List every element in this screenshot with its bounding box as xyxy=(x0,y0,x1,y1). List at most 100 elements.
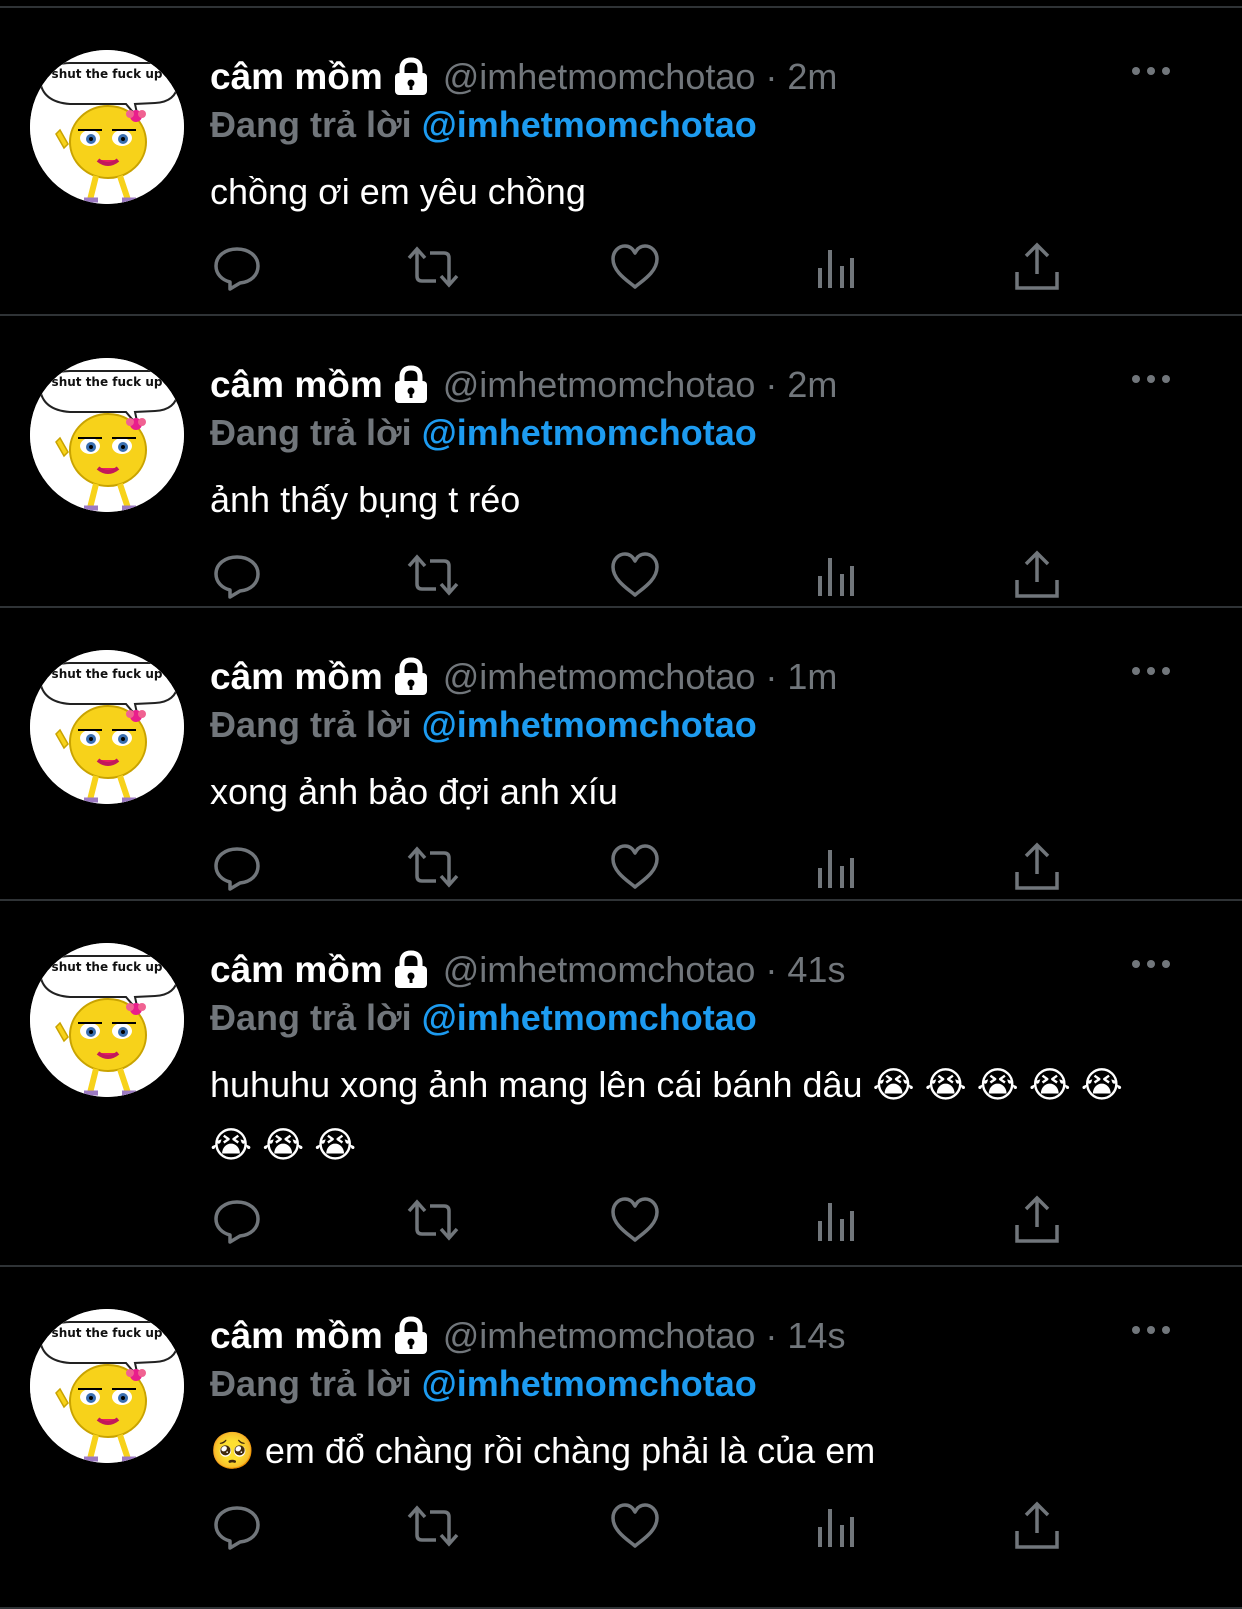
share-icon xyxy=(1015,242,1059,290)
reply-icon xyxy=(214,247,260,291)
retweet-icon xyxy=(407,846,459,888)
heart-icon xyxy=(611,244,659,289)
share-button[interactable] xyxy=(1010,840,1064,894)
share-button[interactable] xyxy=(1010,1193,1064,1247)
timestamp[interactable]: 14s xyxy=(787,1315,845,1357)
lock-icon xyxy=(393,1316,429,1356)
more-options-button[interactable] xyxy=(1130,658,1172,684)
avatar[interactable]: shut the fuck up xyxy=(30,650,184,804)
timestamp[interactable]: 41s xyxy=(787,949,845,991)
avatar[interactable]: shut the fuck up xyxy=(30,943,184,1097)
tweet-header: câm mồm @imhetmomchotao · 2m xyxy=(210,52,837,102)
display-name[interactable]: câm mồm xyxy=(210,656,383,698)
share-button[interactable] xyxy=(1010,1499,1064,1553)
tweet-text: huhuhu xong ảnh mang lên cái bánh dâu 😭 … xyxy=(210,1064,1123,1165)
views-button[interactable] xyxy=(809,1499,863,1553)
tweet[interactable]: shut the fuck up câm mồm @imhetmomchotao… xyxy=(0,1267,1242,1609)
timestamp[interactable]: 2m xyxy=(787,364,837,406)
more-options-button[interactable] xyxy=(1130,951,1172,977)
views-button[interactable] xyxy=(809,240,863,294)
share-button[interactable] xyxy=(1010,240,1064,294)
like-button[interactable] xyxy=(608,548,662,602)
tweet[interactable]: shut the fuck up câm mồm @imhetmomchotao… xyxy=(0,901,1242,1267)
handle[interactable]: @imhetmomchotao xyxy=(443,1315,756,1357)
lock-icon xyxy=(393,365,429,405)
views-icon xyxy=(818,250,854,288)
tweet-header: câm mồm @imhetmomchotao · 1m xyxy=(210,652,837,702)
retweet-button[interactable] xyxy=(406,1499,460,1553)
reply-button[interactable] xyxy=(210,548,264,602)
more-options-button[interactable] xyxy=(1130,58,1172,84)
display-name[interactable]: câm mồm xyxy=(210,1315,383,1357)
more-options-button[interactable] xyxy=(1130,366,1172,392)
replying-to-handle[interactable]: @imhetmomchotao xyxy=(422,104,757,145)
tweet-text: ảnh thấy bụng t réo xyxy=(210,479,521,520)
replying-to: Đang trả lời @imhetmomchotao xyxy=(210,1363,757,1405)
lock-icon xyxy=(393,950,429,990)
replying-to-handle[interactable]: @imhetmomchotao xyxy=(422,997,757,1038)
separator-dot: · xyxy=(765,1315,778,1356)
tweet[interactable]: shut the fuck up câm mồm @imhetmomchotao… xyxy=(0,8,1242,316)
separator-dot: · xyxy=(765,364,778,405)
retweet-button[interactable] xyxy=(406,240,460,294)
replying-to-label: Đang trả lời xyxy=(210,704,412,745)
tweet-text: chồng ơi em yêu chồng xyxy=(210,171,586,212)
avatar-image: shut the fuck up xyxy=(30,50,184,204)
handle[interactable]: @imhetmomchotao xyxy=(443,656,756,698)
share-icon xyxy=(1015,1195,1059,1243)
handle[interactable]: @imhetmomchotao xyxy=(443,364,756,406)
like-button[interactable] xyxy=(608,1499,662,1553)
replying-to-handle[interactable]: @imhetmomchotao xyxy=(422,1363,757,1404)
views-button[interactable] xyxy=(809,840,863,894)
display-name[interactable]: câm mồm xyxy=(210,949,383,991)
views-button[interactable] xyxy=(809,548,863,602)
more-options-button[interactable] xyxy=(1130,1317,1172,1343)
avatar-caption: shut the fuck up xyxy=(52,667,163,681)
like-button[interactable] xyxy=(608,840,662,894)
retweet-button[interactable] xyxy=(406,840,460,894)
like-button[interactable] xyxy=(608,240,662,294)
share-icon xyxy=(1015,550,1059,598)
views-icon xyxy=(818,558,854,596)
separator-dot: · xyxy=(765,656,778,697)
avatar[interactable]: shut the fuck up xyxy=(30,358,184,512)
retweet-button[interactable] xyxy=(406,548,460,602)
reply-button[interactable] xyxy=(210,840,264,894)
tweet-header: câm mồm @imhetmomchotao · 41s xyxy=(210,945,845,995)
tweet[interactable]: shut the fuck up câm mồm @imhetmomchotao… xyxy=(0,608,1242,901)
reply-button[interactable] xyxy=(210,240,264,294)
more-icon xyxy=(1132,960,1170,968)
heart-icon xyxy=(611,1503,659,1548)
more-icon xyxy=(1132,67,1170,75)
handle[interactable]: @imhetmomchotao xyxy=(443,949,756,991)
avatar[interactable]: shut the fuck up xyxy=(30,50,184,204)
share-button[interactable] xyxy=(1010,548,1064,602)
action-bar xyxy=(210,1193,1090,1247)
avatar-caption: shut the fuck up xyxy=(52,375,163,389)
handle[interactable]: @imhetmomchotao xyxy=(443,56,756,98)
avatar-image: shut the fuck up xyxy=(30,650,184,804)
lock-icon xyxy=(393,657,429,697)
reply-button[interactable] xyxy=(210,1499,264,1553)
like-button[interactable] xyxy=(608,1193,662,1247)
reply-button[interactable] xyxy=(210,1193,264,1247)
timestamp[interactable]: 1m xyxy=(787,656,837,698)
action-bar xyxy=(210,1499,1090,1553)
display-name[interactable]: câm mồm xyxy=(210,364,383,406)
views-button[interactable] xyxy=(809,1193,863,1247)
timestamp[interactable]: 2m xyxy=(787,56,837,98)
tweet[interactable]: shut the fuck up câm mồm @imhetmomchotao… xyxy=(0,316,1242,608)
tweet-header: câm mồm @imhetmomchotao · 14s xyxy=(210,1311,845,1361)
replying-to-label: Đang trả lời xyxy=(210,1363,412,1404)
display-name[interactable]: câm mồm xyxy=(210,56,383,98)
heart-icon xyxy=(611,844,659,889)
replying-to-handle[interactable]: @imhetmomchotao xyxy=(422,704,757,745)
reply-icon xyxy=(214,555,260,599)
retweet-button[interactable] xyxy=(406,1193,460,1247)
replying-to-handle[interactable]: @imhetmomchotao xyxy=(422,412,757,453)
views-icon xyxy=(818,1203,854,1241)
views-icon xyxy=(818,850,854,888)
avatar[interactable]: shut the fuck up xyxy=(30,1309,184,1463)
replying-to: Đang trả lời @imhetmomchotao xyxy=(210,997,757,1039)
replying-to-label: Đang trả lời xyxy=(210,412,412,453)
